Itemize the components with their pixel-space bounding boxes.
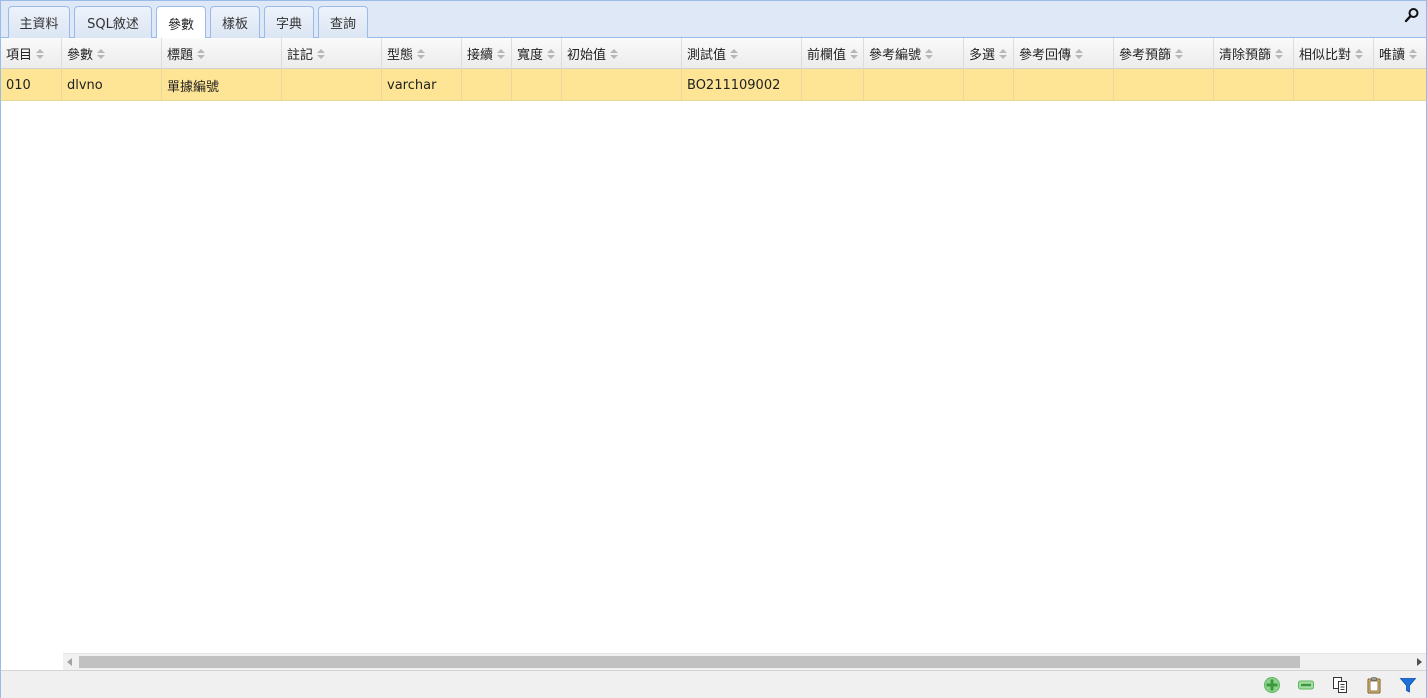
column-label: 參考編號 bbox=[869, 48, 922, 63]
scroll-left-icon[interactable] bbox=[67, 658, 72, 666]
tab-strip: 主資料 SQL敘述 參數 樣板 字典 查詢 bbox=[1, 1, 1426, 39]
column-label: 前欄值 bbox=[807, 48, 847, 63]
sort-icon bbox=[1409, 48, 1418, 59]
column-header-readonly[interactable]: 唯讀 bbox=[1374, 38, 1426, 69]
column-label: 接續 bbox=[467, 48, 494, 63]
scroll-thumb[interactable] bbox=[79, 656, 1300, 668]
column-label: 參考預篩 bbox=[1119, 48, 1172, 63]
column-label: 測試值 bbox=[687, 48, 727, 63]
column-header-continue[interactable]: 接續 bbox=[462, 38, 512, 69]
sort-icon bbox=[36, 48, 45, 59]
add-icon[interactable] bbox=[1263, 676, 1281, 694]
cell-test-value[interactable]: BO211109002 bbox=[682, 69, 802, 101]
sort-icon bbox=[730, 48, 739, 59]
remove-icon[interactable] bbox=[1297, 676, 1315, 694]
sort-icon bbox=[610, 48, 619, 59]
column-label: 寬度 bbox=[517, 48, 544, 63]
search-icon[interactable] bbox=[1404, 7, 1420, 23]
filter-icon[interactable] bbox=[1399, 676, 1417, 694]
column-label: 唯讀 bbox=[1379, 48, 1406, 63]
cell-title[interactable]: 單據編號 bbox=[162, 69, 282, 101]
cell-ref-return[interactable] bbox=[1014, 69, 1114, 101]
column-label: 參考回傳 bbox=[1019, 48, 1072, 63]
sort-icon bbox=[1275, 48, 1284, 59]
column-header-ref-return[interactable]: 參考回傳 bbox=[1014, 38, 1114, 69]
parameter-grid: 項目 參數 標題 註記 型態 接續 寬度 初始值 測試值 前欄值 參考編號 多選… bbox=[1, 38, 1426, 653]
column-label: 相似比對 bbox=[1299, 48, 1352, 63]
cell-item[interactable]: 010 bbox=[1, 69, 62, 101]
column-header-similar-match[interactable]: 相似比對 bbox=[1294, 38, 1374, 69]
cell-param[interactable]: dlvno bbox=[62, 69, 162, 101]
column-header-multi-select[interactable]: 多選 bbox=[964, 38, 1014, 69]
cell-width[interactable] bbox=[512, 69, 562, 101]
column-header-type[interactable]: 型態 bbox=[382, 38, 462, 69]
tab-query[interactable]: 查詢 bbox=[318, 6, 368, 38]
cell-ref-prefilter[interactable] bbox=[1114, 69, 1214, 101]
grid-header: 項目 參數 標題 註記 型態 接續 寬度 初始值 測試值 前欄值 參考編號 多選… bbox=[1, 38, 1426, 69]
sort-icon bbox=[1355, 48, 1364, 59]
sort-icon bbox=[317, 48, 326, 59]
cell-prev-value[interactable] bbox=[802, 69, 864, 101]
cell-note[interactable] bbox=[282, 69, 382, 101]
paste-icon[interactable] bbox=[1365, 676, 1383, 694]
app-frame: 主資料 SQL敘述 參數 樣板 字典 查詢 項目 參數 標題 註記 型態 接續 … bbox=[0, 0, 1427, 698]
column-header-item[interactable]: 項目 bbox=[1, 38, 62, 69]
horizontal-scrollbar[interactable] bbox=[63, 653, 1426, 670]
tab-template[interactable]: 樣板 bbox=[210, 6, 260, 38]
cell-clear-prefilter[interactable] bbox=[1214, 69, 1294, 101]
cell-multi-select[interactable] bbox=[964, 69, 1014, 101]
cell-similar-match[interactable] bbox=[1294, 69, 1374, 101]
column-header-ref-prefilter[interactable]: 參考預篩 bbox=[1114, 38, 1214, 69]
table-row[interactable]: 010 dlvno 單據編號 varchar BO211109002 bbox=[1, 69, 1426, 101]
column-header-test-value[interactable]: 測試值 bbox=[682, 38, 802, 69]
column-label: 初始值 bbox=[567, 48, 607, 63]
column-header-note[interactable]: 註記 bbox=[282, 38, 382, 69]
sort-icon bbox=[97, 48, 106, 59]
cell-initial-value[interactable] bbox=[562, 69, 682, 101]
column-label: 清除預篩 bbox=[1219, 48, 1272, 63]
column-header-title[interactable]: 標題 bbox=[162, 38, 282, 69]
sort-icon bbox=[1075, 48, 1084, 59]
column-label: 多選 bbox=[969, 48, 996, 63]
column-header-prev-value[interactable]: 前欄值 bbox=[802, 38, 864, 69]
sort-icon bbox=[197, 48, 206, 59]
tab-sql[interactable]: SQL敘述 bbox=[74, 6, 152, 38]
scroll-right-icon[interactable] bbox=[1417, 658, 1422, 666]
column-header-initial-value[interactable]: 初始值 bbox=[562, 38, 682, 69]
cell-ref-id[interactable] bbox=[864, 69, 964, 101]
column-label: 項目 bbox=[6, 48, 33, 63]
sort-icon bbox=[925, 48, 934, 59]
tab-dictionary[interactable]: 字典 bbox=[264, 6, 314, 38]
column-header-param[interactable]: 參數 bbox=[62, 38, 162, 69]
cell-readonly[interactable] bbox=[1374, 69, 1426, 101]
bottom-toolbar bbox=[1, 670, 1426, 698]
sort-icon bbox=[999, 48, 1008, 59]
sort-icon bbox=[850, 48, 859, 59]
column-header-width[interactable]: 寬度 bbox=[512, 38, 562, 69]
column-header-clear-prefilter[interactable]: 清除預篩 bbox=[1214, 38, 1294, 69]
sort-icon bbox=[1175, 48, 1184, 59]
column-header-ref-id[interactable]: 參考編號 bbox=[864, 38, 964, 69]
column-label: 型態 bbox=[387, 48, 414, 63]
sort-icon bbox=[497, 48, 506, 59]
cell-continue[interactable] bbox=[462, 69, 512, 101]
cell-type[interactable]: varchar bbox=[382, 69, 462, 101]
column-label: 標題 bbox=[167, 48, 194, 63]
column-label: 參數 bbox=[67, 48, 94, 63]
column-label: 註記 bbox=[287, 48, 314, 63]
tab-main-data[interactable]: 主資料 bbox=[8, 6, 70, 38]
copy-icon[interactable] bbox=[1331, 676, 1349, 694]
tab-parameters[interactable]: 參數 bbox=[156, 6, 206, 39]
sort-icon bbox=[547, 48, 556, 59]
sort-icon bbox=[417, 48, 426, 59]
